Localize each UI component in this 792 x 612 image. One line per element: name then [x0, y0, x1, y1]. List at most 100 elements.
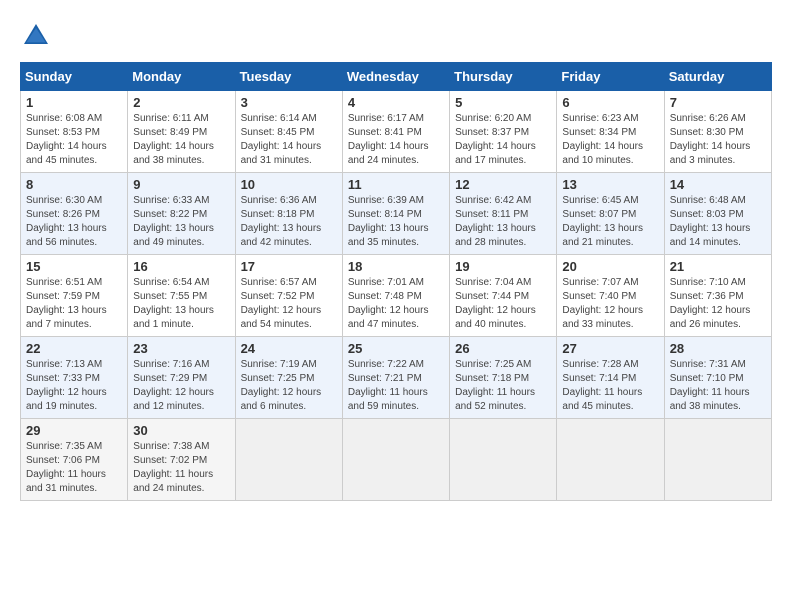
- calendar-header-sunday: Sunday: [21, 63, 128, 91]
- calendar-cell: 13 Sunrise: 6:45 AMSunset: 8:07 PMDayligh…: [557, 173, 664, 255]
- calendar-cell: 9 Sunrise: 6:33 AMSunset: 8:22 PMDaylight…: [128, 173, 235, 255]
- calendar-cell: 4 Sunrise: 6:17 AMSunset: 8:41 PMDaylight…: [342, 91, 449, 173]
- calendar-cell: 21 Sunrise: 7:10 AMSunset: 7:36 PMDayligh…: [664, 255, 771, 337]
- calendar-cell: 27 Sunrise: 7:28 AMSunset: 7:14 PMDayligh…: [557, 337, 664, 419]
- calendar-cell: 1 Sunrise: 6:08 AMSunset: 8:53 PMDaylight…: [21, 91, 128, 173]
- day-info: Sunrise: 6:33 AMSunset: 8:22 PMDaylight:…: [133, 194, 229, 250]
- day-info: Sunrise: 7:31 AMSunset: 7:10 PMDaylight:…: [670, 358, 766, 414]
- day-number: 14: [670, 177, 766, 192]
- day-info: Sunrise: 6:14 AMSunset: 8:45 PMDaylight:…: [241, 112, 337, 168]
- calendar-cell: [664, 419, 771, 501]
- day-info: Sunrise: 7:25 AMSunset: 7:18 PMDaylight:…: [455, 358, 551, 414]
- calendar-cell: 16 Sunrise: 6:54 AMSunset: 7:55 PMDayligh…: [128, 255, 235, 337]
- day-number: 24: [241, 341, 337, 356]
- day-info: Sunrise: 7:35 AMSunset: 7:06 PMDaylight:…: [26, 440, 122, 496]
- day-number: 29: [26, 423, 122, 438]
- day-info: Sunrise: 6:11 AMSunset: 8:49 PMDaylight:…: [133, 112, 229, 168]
- calendar-header-monday: Monday: [128, 63, 235, 91]
- calendar-cell: 8 Sunrise: 6:30 AMSunset: 8:26 PMDaylight…: [21, 173, 128, 255]
- day-info: Sunrise: 7:07 AMSunset: 7:40 PMDaylight:…: [562, 276, 658, 332]
- calendar-cell: [450, 419, 557, 501]
- day-info: Sunrise: 6:17 AMSunset: 8:41 PMDaylight:…: [348, 112, 444, 168]
- day-number: 2: [133, 95, 229, 110]
- day-info: Sunrise: 6:48 AMSunset: 8:03 PMDaylight:…: [670, 194, 766, 250]
- calendar-cell: 3 Sunrise: 6:14 AMSunset: 8:45 PMDaylight…: [235, 91, 342, 173]
- day-number: 5: [455, 95, 551, 110]
- calendar-week-row: 15 Sunrise: 6:51 AMSunset: 7:59 PMDayligh…: [21, 255, 772, 337]
- day-number: 15: [26, 259, 122, 274]
- day-info: Sunrise: 6:39 AMSunset: 8:14 PMDaylight:…: [348, 194, 444, 250]
- day-number: 27: [562, 341, 658, 356]
- calendar-cell: 26 Sunrise: 7:25 AMSunset: 7:18 PMDayligh…: [450, 337, 557, 419]
- day-info: Sunrise: 7:01 AMSunset: 7:48 PMDaylight:…: [348, 276, 444, 332]
- calendar-cell: 2 Sunrise: 6:11 AMSunset: 8:49 PMDaylight…: [128, 91, 235, 173]
- calendar-header-wednesday: Wednesday: [342, 63, 449, 91]
- day-number: 23: [133, 341, 229, 356]
- day-number: 1: [26, 95, 122, 110]
- logo-icon: [20, 20, 52, 52]
- day-number: 11: [348, 177, 444, 192]
- day-info: Sunrise: 6:08 AMSunset: 8:53 PMDaylight:…: [26, 112, 122, 168]
- calendar-cell: 17 Sunrise: 6:57 AMSunset: 7:52 PMDayligh…: [235, 255, 342, 337]
- day-number: 28: [670, 341, 766, 356]
- calendar-cell: 23 Sunrise: 7:16 AMSunset: 7:29 PMDayligh…: [128, 337, 235, 419]
- day-number: 26: [455, 341, 551, 356]
- day-info: Sunrise: 6:45 AMSunset: 8:07 PMDaylight:…: [562, 194, 658, 250]
- day-info: Sunrise: 6:42 AMSunset: 8:11 PMDaylight:…: [455, 194, 551, 250]
- day-info: Sunrise: 6:51 AMSunset: 7:59 PMDaylight:…: [26, 276, 122, 332]
- calendar-cell: 7 Sunrise: 6:26 AMSunset: 8:30 PMDaylight…: [664, 91, 771, 173]
- day-number: 9: [133, 177, 229, 192]
- day-number: 22: [26, 341, 122, 356]
- day-number: 4: [348, 95, 444, 110]
- day-info: Sunrise: 6:20 AMSunset: 8:37 PMDaylight:…: [455, 112, 551, 168]
- calendar-header-tuesday: Tuesday: [235, 63, 342, 91]
- day-number: 18: [348, 259, 444, 274]
- day-number: 17: [241, 259, 337, 274]
- calendar-header-friday: Friday: [557, 63, 664, 91]
- day-number: 13: [562, 177, 658, 192]
- page-header: [20, 20, 772, 52]
- day-info: Sunrise: 6:54 AMSunset: 7:55 PMDaylight:…: [133, 276, 229, 332]
- calendar-cell: 30 Sunrise: 7:38 AMSunset: 7:02 PMDayligh…: [128, 419, 235, 501]
- day-number: 20: [562, 259, 658, 274]
- calendar-week-row: 22 Sunrise: 7:13 AMSunset: 7:33 PMDayligh…: [21, 337, 772, 419]
- calendar-cell: [557, 419, 664, 501]
- calendar-cell: 20 Sunrise: 7:07 AMSunset: 7:40 PMDayligh…: [557, 255, 664, 337]
- day-number: 21: [670, 259, 766, 274]
- calendar-cell: 19Sunrise: 7:04 AMSunset: 7:44 PMDayligh…: [450, 255, 557, 337]
- day-info: Sunrise: 6:26 AMSunset: 8:30 PMDaylight:…: [670, 112, 766, 168]
- day-info: Sunrise: 7:22 AMSunset: 7:21 PMDaylight:…: [348, 358, 444, 414]
- calendar-week-row: 1 Sunrise: 6:08 AMSunset: 8:53 PMDaylight…: [21, 91, 772, 173]
- day-number: 12: [455, 177, 551, 192]
- calendar-cell: 22 Sunrise: 7:13 AMSunset: 7:33 PMDayligh…: [21, 337, 128, 419]
- day-info: Sunrise: 6:36 AMSunset: 8:18 PMDaylight:…: [241, 194, 337, 250]
- day-info: Sunrise: 6:30 AMSunset: 8:26 PMDaylight:…: [26, 194, 122, 250]
- calendar-header-row: SundayMondayTuesdayWednesdayThursdayFrid…: [21, 63, 772, 91]
- calendar-cell: 15 Sunrise: 6:51 AMSunset: 7:59 PMDayligh…: [21, 255, 128, 337]
- day-number: 7: [670, 95, 766, 110]
- calendar-cell: 11 Sunrise: 6:39 AMSunset: 8:14 PMDayligh…: [342, 173, 449, 255]
- day-number: 19: [455, 259, 551, 274]
- day-number: 3: [241, 95, 337, 110]
- day-info: Sunrise: 7:38 AMSunset: 7:02 PMDaylight:…: [133, 440, 229, 496]
- calendar-cell: 10Sunrise: 6:36 AMSunset: 8:18 PMDayligh…: [235, 173, 342, 255]
- calendar-cell: [342, 419, 449, 501]
- calendar-cell: 24Sunrise: 7:19 AMSunset: 7:25 PMDayligh…: [235, 337, 342, 419]
- day-number: 16: [133, 259, 229, 274]
- calendar-cell: 29 Sunrise: 7:35 AMSunset: 7:06 PMDayligh…: [21, 419, 128, 501]
- day-info: Sunrise: 7:13 AMSunset: 7:33 PMDaylight:…: [26, 358, 122, 414]
- day-info: Sunrise: 7:28 AMSunset: 7:14 PMDaylight:…: [562, 358, 658, 414]
- day-info: Sunrise: 6:23 AMSunset: 8:34 PMDaylight:…: [562, 112, 658, 168]
- calendar-week-row: 8 Sunrise: 6:30 AMSunset: 8:26 PMDaylight…: [21, 173, 772, 255]
- calendar-week-row: 29 Sunrise: 7:35 AMSunset: 7:06 PMDayligh…: [21, 419, 772, 501]
- calendar-cell: 18 Sunrise: 7:01 AMSunset: 7:48 PMDayligh…: [342, 255, 449, 337]
- calendar-cell: 14 Sunrise: 6:48 AMSunset: 8:03 PMDayligh…: [664, 173, 771, 255]
- day-number: 30: [133, 423, 229, 438]
- day-info: Sunrise: 6:57 AMSunset: 7:52 PMDaylight:…: [241, 276, 337, 332]
- logo: [20, 20, 56, 52]
- day-info: Sunrise: 7:10 AMSunset: 7:36 PMDaylight:…: [670, 276, 766, 332]
- day-number: 8: [26, 177, 122, 192]
- calendar-table: SundayMondayTuesdayWednesdayThursdayFrid…: [20, 62, 772, 501]
- day-number: 6: [562, 95, 658, 110]
- day-info: Sunrise: 7:16 AMSunset: 7:29 PMDaylight:…: [133, 358, 229, 414]
